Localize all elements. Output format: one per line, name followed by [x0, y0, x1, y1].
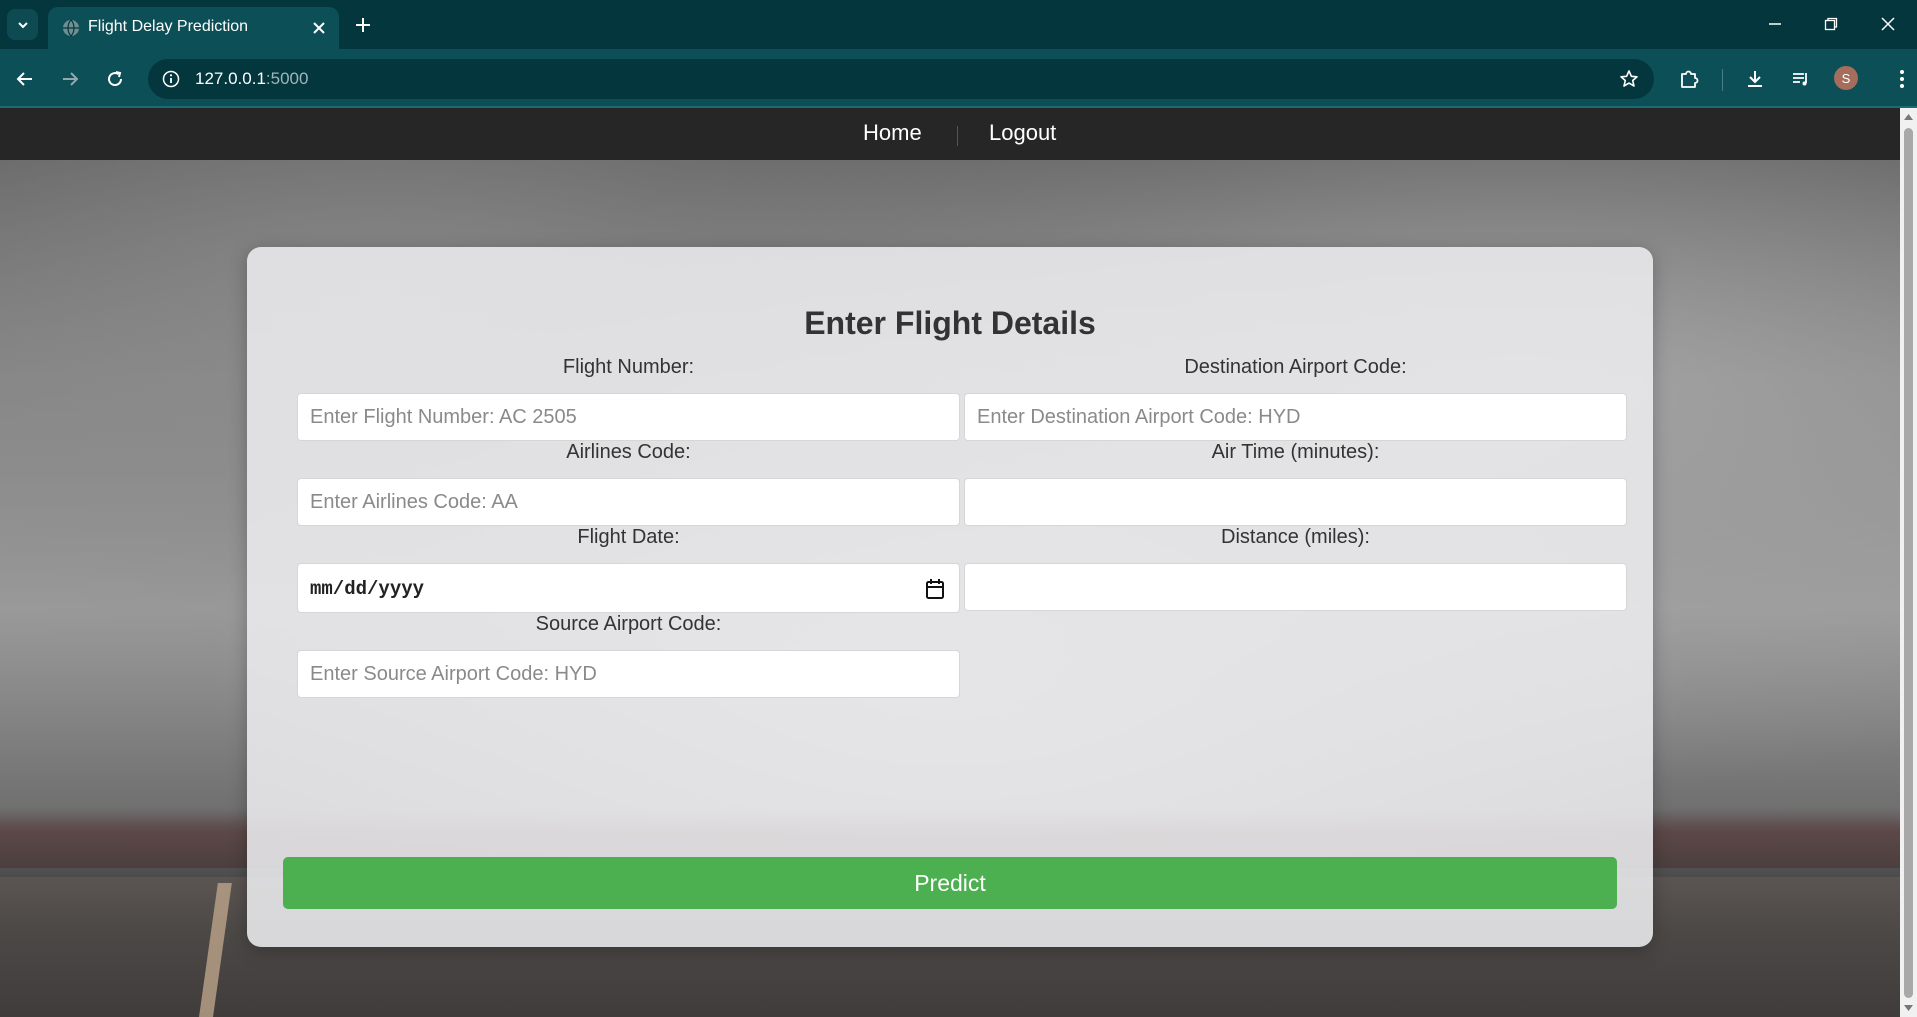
source-airport-input[interactable] — [297, 650, 960, 698]
puzzle-icon — [1681, 70, 1699, 88]
url-host: 127.0.0.1 — [195, 69, 266, 88]
playlist-icon — [1793, 73, 1807, 86]
info-icon — [162, 70, 180, 88]
airlines-code-label: Airlines Code: — [566, 441, 691, 463]
distance-label: Distance (miles): — [1221, 526, 1370, 548]
flight-date-input[interactable]: mm/dd/yyyy — [297, 563, 960, 613]
scroll-down-arrow-icon[interactable] — [1903, 1003, 1914, 1013]
url-text: 127.0.0.1:5000 — [195, 69, 308, 89]
downloads-button[interactable] — [1738, 62, 1772, 96]
flight-details-form: Enter Flight Details Flight Number: Airl… — [247, 247, 1653, 947]
flight-date-label: Flight Date: — [577, 526, 680, 548]
nav-separator — [957, 126, 958, 146]
air-time-label: Air Time (minutes): — [1211, 441, 1380, 463]
minimize-icon — [1769, 23, 1781, 25]
restore-icon — [1824, 17, 1838, 31]
reload-button[interactable] — [98, 62, 132, 96]
toolbar-separator — [1722, 69, 1723, 91]
new-tab-button[interactable] — [350, 12, 376, 38]
calendar-icon[interactable] — [925, 578, 945, 600]
arrow-right-icon — [63, 72, 79, 86]
close-tab-button[interactable] — [309, 18, 329, 38]
browser-toolbar: 127.0.0.1:5000 — [0, 49, 1917, 108]
close-icon — [313, 22, 325, 34]
predict-button[interactable]: Predict — [283, 857, 1617, 909]
arrow-left-icon — [16, 72, 32, 86]
distance-input[interactable] — [964, 563, 1627, 611]
restore-button[interactable] — [1809, 8, 1853, 40]
chevron-down-icon — [17, 21, 28, 28]
scrollbar-thumb[interactable] — [1904, 128, 1913, 998]
extensions-button[interactable] — [1672, 62, 1706, 96]
media-controls-button[interactable] — [1784, 62, 1818, 96]
download-icon — [1748, 71, 1762, 87]
browser-menu-button[interactable] — [1885, 62, 1917, 96]
form-title: Enter Flight Details — [804, 305, 1096, 341]
top-navbar: Home Logout — [0, 108, 1900, 160]
destination-airport-label: Destination Airport Code: — [1184, 356, 1407, 378]
page-viewport: Home Logout Enter Flight Details Flight … — [0, 108, 1900, 1017]
profile-avatar[interactable]: S — [1834, 66, 1858, 90]
close-window-button[interactable] — [1866, 8, 1910, 40]
more-vertical-icon — [1900, 70, 1904, 88]
bookmark-button[interactable] — [1616, 66, 1642, 92]
nav-home-link[interactable]: Home — [863, 120, 922, 146]
scroll-up-arrow-icon[interactable] — [1903, 112, 1914, 122]
minimize-button[interactable] — [1753, 8, 1797, 40]
tab-title: Flight Delay Prediction — [88, 18, 249, 35]
url-port: :5000 — [265, 69, 309, 88]
browser-tab-bar: Flight Delay Prediction — [0, 0, 1917, 49]
page-scrollbar[interactable] — [1900, 108, 1917, 1017]
destination-airport-input[interactable] — [964, 393, 1627, 441]
address-bar[interactable]: 127.0.0.1:5000 — [148, 59, 1654, 99]
airlines-code-input[interactable] — [297, 478, 960, 526]
nav-logout-link[interactable]: Logout — [989, 120, 1056, 146]
browser-tab[interactable]: Flight Delay Prediction — [48, 7, 339, 49]
forward-button[interactable] — [53, 62, 87, 96]
air-time-input[interactable] — [964, 478, 1627, 526]
flight-number-label: Flight Number: — [562, 356, 695, 378]
flight-date-value: mm/dd/yyyy — [310, 578, 425, 600]
flight-number-input[interactable] — [297, 393, 960, 441]
star-icon — [1620, 70, 1638, 87]
reload-icon — [108, 71, 123, 87]
source-airport-label: Source Airport Code: — [535, 613, 722, 635]
tab-search-button[interactable] — [7, 9, 38, 40]
globe-icon — [63, 19, 79, 37]
site-info-button[interactable] — [158, 66, 184, 92]
close-icon — [1881, 17, 1895, 31]
plus-icon — [356, 18, 370, 32]
back-button[interactable] — [8, 62, 42, 96]
